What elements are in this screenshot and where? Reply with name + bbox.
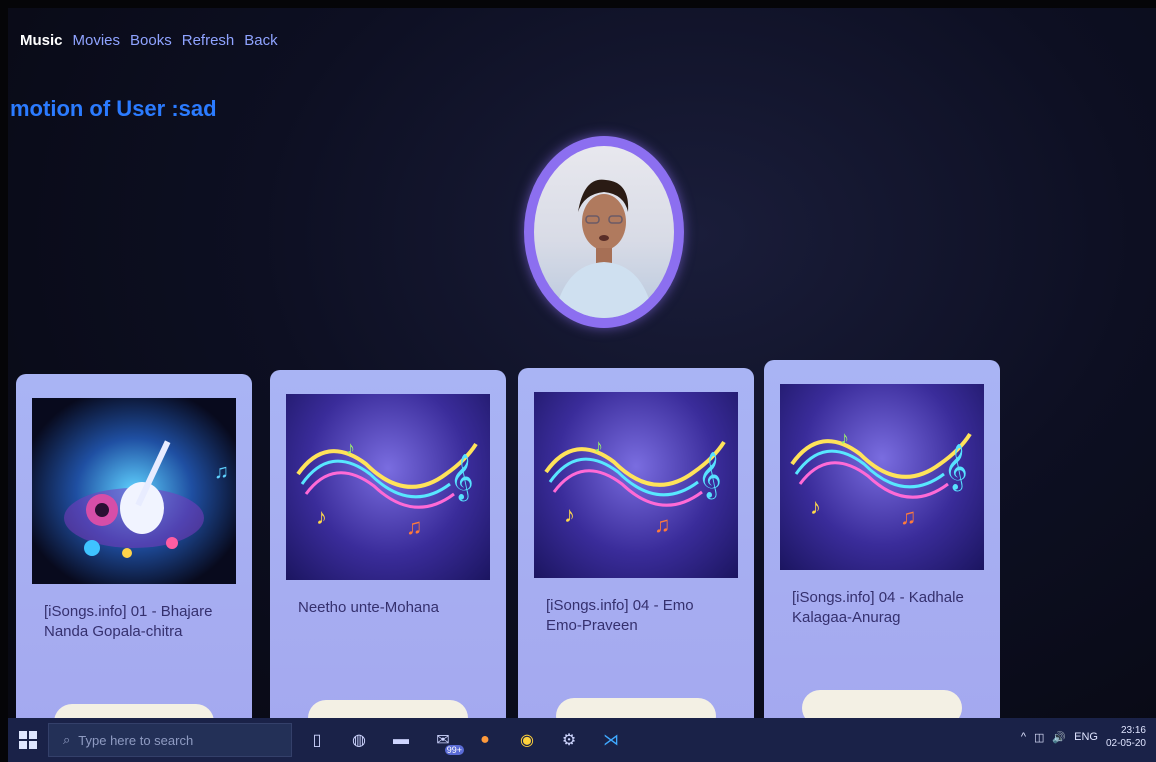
- svg-text:𝄞: 𝄞: [944, 444, 968, 492]
- song-card[interactable]: 𝄞 ♪ ♫ ♪ [iSongs.info] 04 - Emo Emo-Prave…: [518, 368, 754, 748]
- clock[interactable]: 23:16 02-05-20: [1106, 724, 1146, 750]
- svg-text:𝄞: 𝄞: [450, 454, 474, 502]
- song-title: [iSongs.info] 04 - Emo Emo-Praveen: [546, 597, 694, 634]
- chevron-up-icon[interactable]: ^: [1021, 731, 1026, 743]
- chrome-icon[interactable]: ◉: [510, 723, 544, 757]
- emotion-heading: motion of User :sad: [10, 96, 217, 121]
- song-title: [iSongs.info] 01 - Bhajare Nanda Gopala-…: [44, 603, 213, 640]
- settings-gear-icon[interactable]: ⚙: [552, 723, 586, 757]
- svg-text:♫: ♫: [214, 461, 229, 483]
- music-notes-art-image: 𝄞 ♪ ♫ ♪: [286, 394, 490, 580]
- song-card[interactable]: ♫ [iSongs.info] 01 - Bhajare Nanda Gopal…: [16, 374, 252, 754]
- svg-text:♪: ♪: [564, 502, 575, 527]
- music-notes-art-image: 𝄞 ♪ ♫ ♪: [780, 384, 984, 570]
- mail-badge: 99+: [444, 745, 464, 755]
- svg-text:♫: ♫: [654, 512, 671, 537]
- nav-back[interactable]: Back: [244, 32, 277, 49]
- file-explorer-icon[interactable]: ▬: [384, 723, 418, 757]
- vscode-icon[interactable]: ⋊: [594, 723, 628, 757]
- app-screen: Music Movies Books Refresh Back motion o…: [8, 8, 1156, 762]
- taskbar-search-box[interactable]: ⌕ Type here to search: [48, 723, 292, 757]
- task-view-icon[interactable]: ▯: [300, 723, 334, 757]
- windows-taskbar: ⌕ Type here to search ▯ ◍ ▬ ✉ 99+ ● ◉ ⚙ ⋊…: [8, 718, 1156, 762]
- windows-start-icon[interactable]: [8, 718, 48, 762]
- system-tray: ^ ◫ 🔊 ENG 23:16 02-05-20: [1021, 724, 1146, 750]
- mail-icon[interactable]: ✉ 99+: [426, 723, 464, 757]
- svg-text:♪: ♪: [316, 504, 327, 529]
- svg-text:♪: ♪: [594, 436, 603, 456]
- volume-icon[interactable]: 🔊: [1052, 731, 1066, 744]
- song-title: Neetho unte-Mohana: [298, 599, 439, 616]
- song-title: [iSongs.info] 04 - Kadhale Kalagaa-Anura…: [792, 589, 964, 626]
- song-card[interactable]: 𝄞 ♪ ♫ ♪ [iSongs.info] 04 - Kadhale Kalag…: [764, 360, 1000, 740]
- guitar-art-image: ♫: [32, 398, 236, 584]
- language-indicator[interactable]: ENG: [1074, 731, 1098, 743]
- clock-time: 23:16: [1120, 725, 1146, 736]
- music-notes-art-image: 𝄞 ♪ ♫ ♪: [534, 392, 738, 578]
- clock-date: 02-05-20: [1105, 738, 1146, 749]
- svg-text:𝄞: 𝄞: [698, 452, 722, 500]
- song-card[interactable]: 𝄞 ♪ ♫ ♪ Neetho unte-Mohana: [270, 370, 506, 750]
- svg-text:♪: ♪: [346, 438, 355, 458]
- nav-music[interactable]: Music: [20, 32, 63, 49]
- search-icon: ⌕: [63, 732, 71, 747]
- svg-text:♫: ♫: [900, 504, 917, 529]
- search-placeholder: Type here to search: [78, 732, 194, 748]
- svg-text:♪: ♪: [840, 428, 849, 448]
- user-webcam-image: [534, 146, 674, 318]
- firefox-icon[interactable]: ●: [468, 723, 502, 757]
- webcam-frame: [524, 136, 684, 328]
- top-nav: Music Movies Books Refresh Back: [20, 32, 278, 49]
- svg-text:♫: ♫: [406, 514, 423, 539]
- svg-text:♪: ♪: [810, 494, 821, 519]
- network-icon[interactable]: ◫: [1034, 731, 1044, 744]
- song-card-list: ♫ [iSongs.info] 01 - Bhajare Nanda Gopal…: [8, 358, 1156, 754]
- nav-refresh[interactable]: Refresh: [182, 32, 235, 49]
- nav-movies[interactable]: Movies: [73, 32, 121, 49]
- edge-icon[interactable]: ◍: [342, 723, 376, 757]
- nav-books[interactable]: Books: [130, 32, 172, 49]
